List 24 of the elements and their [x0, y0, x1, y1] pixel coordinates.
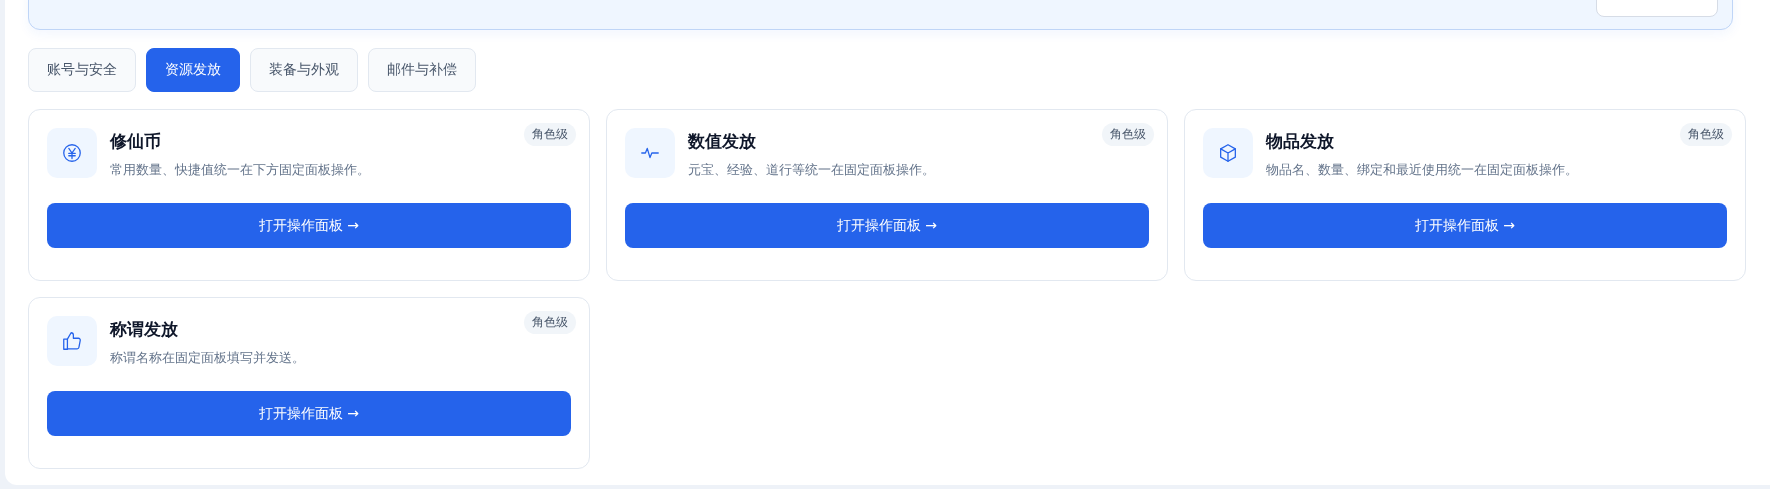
level-badge: 角色级	[1102, 123, 1154, 146]
card-title: 修仙币	[110, 130, 162, 153]
level-badge: 角色级	[1680, 123, 1732, 146]
card-description: 称谓名称在固定面板填写并发送。	[110, 349, 305, 367]
card-title: 数值发放	[688, 130, 757, 153]
open-panel-button[interactable]: 打开操作面板 →	[47, 203, 571, 248]
open-panel-button[interactable]: 打开操作面板 →	[625, 203, 1149, 248]
card-title: 称谓发放	[110, 318, 179, 341]
card-description: 常用数量、快捷值统一在下方固定面板操作。	[110, 161, 370, 179]
tab[interactable]: 装备与外观	[250, 48, 358, 92]
level-badge: 角色级	[524, 123, 576, 146]
yen-icon	[47, 128, 97, 178]
card-description: 物品名、数量、绑定和最近使用统一在固定面板操作。	[1266, 161, 1578, 179]
tab[interactable]: 邮件与补偿	[368, 48, 476, 92]
thumbs-up-icon	[47, 316, 97, 366]
tab[interactable]: 账号与安全	[28, 48, 136, 92]
level-badge: 角色级	[524, 311, 576, 334]
pulse-icon	[625, 128, 675, 178]
card-title: 物品发放	[1266, 130, 1335, 153]
open-panel-button[interactable]: 打开操作面板 →	[1203, 203, 1727, 248]
tab[interactable]: 资源发放	[146, 48, 240, 92]
card-description: 元宝、经验、道行等统一在固定面板操作。	[688, 161, 935, 179]
open-panel-button[interactable]: 打开操作面板 →	[47, 391, 571, 436]
cube-icon	[1203, 128, 1253, 178]
